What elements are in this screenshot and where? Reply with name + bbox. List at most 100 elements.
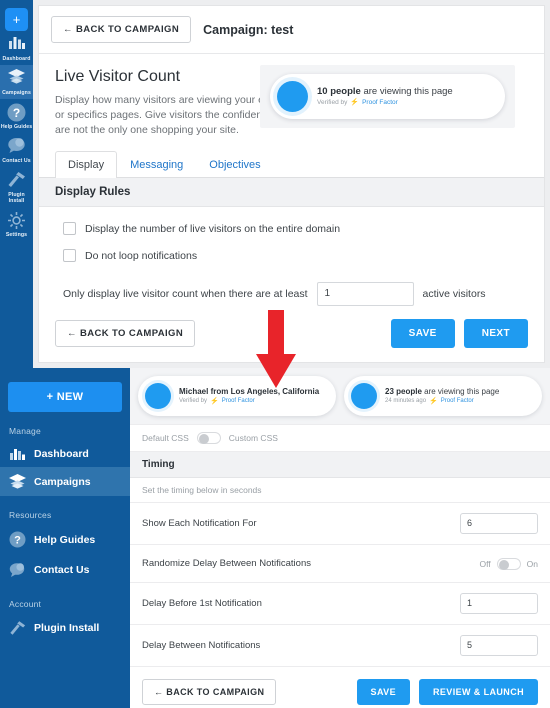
nav-group-title-manage: Manage	[9, 426, 41, 436]
rule-label-no-loop: Do not loop notifications	[85, 249, 198, 262]
sidebar-item-campaigns[interactable]: Campaigns	[0, 467, 130, 496]
rail-item-settings[interactable]: Settings	[0, 207, 33, 241]
timing-subheading: Set the timing below in seconds	[130, 478, 550, 503]
sidebar-item-plugin-install[interactable]: Plugin Install	[0, 613, 130, 643]
brand-name: Proof Factor	[362, 98, 398, 106]
sidebar-label-dashboard: Dashboard	[34, 447, 89, 460]
avatar	[351, 383, 377, 409]
tab-messaging[interactable]: Messaging	[117, 151, 196, 178]
back-to-campaign-button-footer-top[interactable]: ← BACK TO CAMPAIGN	[55, 320, 196, 347]
checkbox-entire-domain[interactable]	[63, 222, 76, 235]
rail-item-campaigns[interactable]: Campaigns	[0, 65, 33, 99]
notification-text-block: 10 people are viewing this page Verified…	[317, 86, 453, 108]
notification-message: are viewing this page	[424, 387, 500, 396]
notification-preview-top: 10 people are viewing this page Verified…	[260, 65, 515, 128]
bottom-footer: ← BACK TO CAMPAIGN SAVE REVIEW & LAUNCH	[130, 667, 550, 708]
nav-group-title-resources: Resources	[9, 510, 52, 520]
preview-cell-2: 23 people are viewing this page 24 minut…	[344, 376, 542, 416]
question-circle-icon: ?	[0, 103, 33, 123]
sidebar-item-help-guides[interactable]: ? Help Guides	[0, 524, 130, 555]
rule-row-entire-domain[interactable]: Display the number of live visitors on t…	[63, 222, 528, 235]
rule-label-entire-domain: Display the number of live visitors on t…	[85, 222, 341, 235]
timing-row-randomize: Randomize Delay Between Notifications Of…	[130, 545, 550, 583]
rail-label-plugin-install: Plugin Install	[8, 192, 25, 204]
back-to-campaign-button-bottom[interactable]: ← BACK TO CAMPAIGN	[142, 679, 277, 705]
notification-bubble-visitors[interactable]: 23 people are viewing this page 24 minut…	[344, 376, 542, 416]
toggle-knob	[498, 559, 509, 570]
randomize-toggle-group: Off On	[479, 557, 538, 570]
card-header: ← BACK TO CAMPAIGN Campaign: test	[39, 6, 544, 54]
checkbox-no-loop[interactable]	[63, 249, 76, 262]
timing-row-delay-first: Delay Before 1st Notification 1	[130, 583, 550, 625]
svg-text:?: ?	[13, 106, 20, 120]
timing-label-randomize: Randomize Delay Between Notifications	[142, 558, 311, 569]
custom-css-label: Custom CSS	[228, 433, 278, 443]
rail-label-campaigns: Campaigns	[2, 90, 31, 96]
rail-item-help-guides[interactable]: ? Help Guides	[0, 99, 33, 133]
save-button-bottom[interactable]: SAVE	[356, 679, 410, 705]
tab-bar: Display Messaging Objectives	[39, 151, 544, 178]
sidebar-label-contact-us: Contact Us	[34, 564, 90, 576]
timing-input-delay-first[interactable]: 1	[460, 593, 538, 614]
display-rules-heading: Display Rules	[39, 178, 544, 207]
review-launch-button[interactable]: REVIEW & LAUNCH	[419, 679, 538, 705]
css-mode-row: Default CSS Custom CSS	[130, 425, 550, 452]
notification-preview-strip: Michael from Los Angeles, California Ver…	[130, 368, 550, 425]
min-visitors-suffix: active visitors	[422, 288, 486, 300]
notification-subline: Verified by ⚡ Proof Factor	[179, 397, 319, 406]
avatar	[277, 81, 308, 112]
icon-rail-sidebar: + Dashboard Campaigns ? Help Guides Cont…	[0, 0, 33, 368]
min-visitors-prefix: Only display live visitor count when the…	[63, 288, 308, 300]
svg-text:?: ?	[14, 535, 21, 547]
notification-bubble-michael[interactable]: Michael from Los Angeles, California Ver…	[138, 376, 336, 416]
notification-headline: 10 people are viewing this page	[317, 86, 453, 98]
timing-row-delay-between: Delay Between Notifications 5	[130, 625, 550, 667]
back-to-campaign-button-top[interactable]: ← BACK TO CAMPAIGN	[51, 16, 192, 43]
rail-label-settings: Settings	[5, 232, 28, 238]
bolt-icon: ⚡	[429, 398, 438, 405]
sidebar-label-help-guides: Help Guides	[34, 533, 96, 546]
layers-icon	[0, 69, 33, 89]
red-arrow-annotation	[255, 310, 297, 388]
new-button[interactable]: + NEW	[8, 382, 122, 412]
main-sidebar: + NEW Manage Dashboard Campaigns Resourc…	[0, 368, 130, 708]
timing-label-delay-between: Delay Between Notifications	[142, 640, 261, 651]
new-campaign-button[interactable]: +	[5, 8, 28, 31]
rail-item-plugin-install[interactable]: Plugin Install	[0, 167, 33, 207]
notification-text-block: Michael from Los Angeles, California Ver…	[179, 386, 319, 406]
notification-text-block: 23 people are viewing this page 24 minut…	[385, 386, 499, 406]
save-button-top[interactable]: SAVE	[390, 319, 455, 348]
hammer-icon	[0, 171, 33, 191]
timing-input-delay-between[interactable]: 5	[460, 635, 538, 656]
rail-label-contact-us: Contact Us	[2, 158, 31, 164]
min-visitors-input[interactable]: 1	[316, 282, 414, 306]
timing-heading: Timing	[130, 452, 550, 478]
rail-label-help-guides: Help Guides	[0, 124, 33, 130]
verified-prefix: Verified by	[317, 98, 348, 106]
next-button[interactable]: NEXT	[463, 319, 528, 348]
notification-subline: 24 minutes ago ⚡ Proof Factor	[385, 397, 499, 406]
chart-bars-icon	[0, 35, 33, 55]
chart-bars-icon	[9, 447, 26, 460]
tab-display[interactable]: Display	[55, 151, 118, 178]
visitor-count: 10 people	[317, 85, 361, 97]
bottom-screenshot-panel: + NEW Manage Dashboard Campaigns Resourc…	[0, 368, 550, 708]
rail-item-dashboard[interactable]: Dashboard	[0, 31, 33, 65]
avatar	[145, 383, 171, 409]
sidebar-item-contact-us[interactable]: Contact Us	[0, 555, 130, 585]
rule-row-no-loop[interactable]: Do not loop notifications	[63, 249, 528, 262]
brand-name: Proof Factor	[440, 398, 474, 404]
rail-item-contact-us[interactable]: Contact Us	[0, 133, 33, 167]
timing-row-show-each: Show Each Notification For 6	[130, 503, 550, 545]
sidebar-label-campaigns: Campaigns	[34, 475, 91, 488]
rail-label-dashboard: Dashboard	[2, 56, 31, 62]
randomize-toggle[interactable]	[496, 557, 521, 570]
notification-bubble[interactable]: 10 people are viewing this page Verified…	[270, 74, 505, 119]
sidebar-item-dashboard[interactable]: Dashboard	[0, 440, 130, 467]
notification-headline: Michael from Los Angeles, California	[179, 387, 320, 396]
tab-objectives[interactable]: Objectives	[196, 151, 273, 178]
brand-name: Proof Factor	[221, 398, 255, 404]
css-mode-toggle[interactable]	[196, 432, 221, 444]
timing-input-show-each[interactable]: 6	[460, 513, 538, 534]
toggle-off-label: Off	[479, 558, 491, 569]
